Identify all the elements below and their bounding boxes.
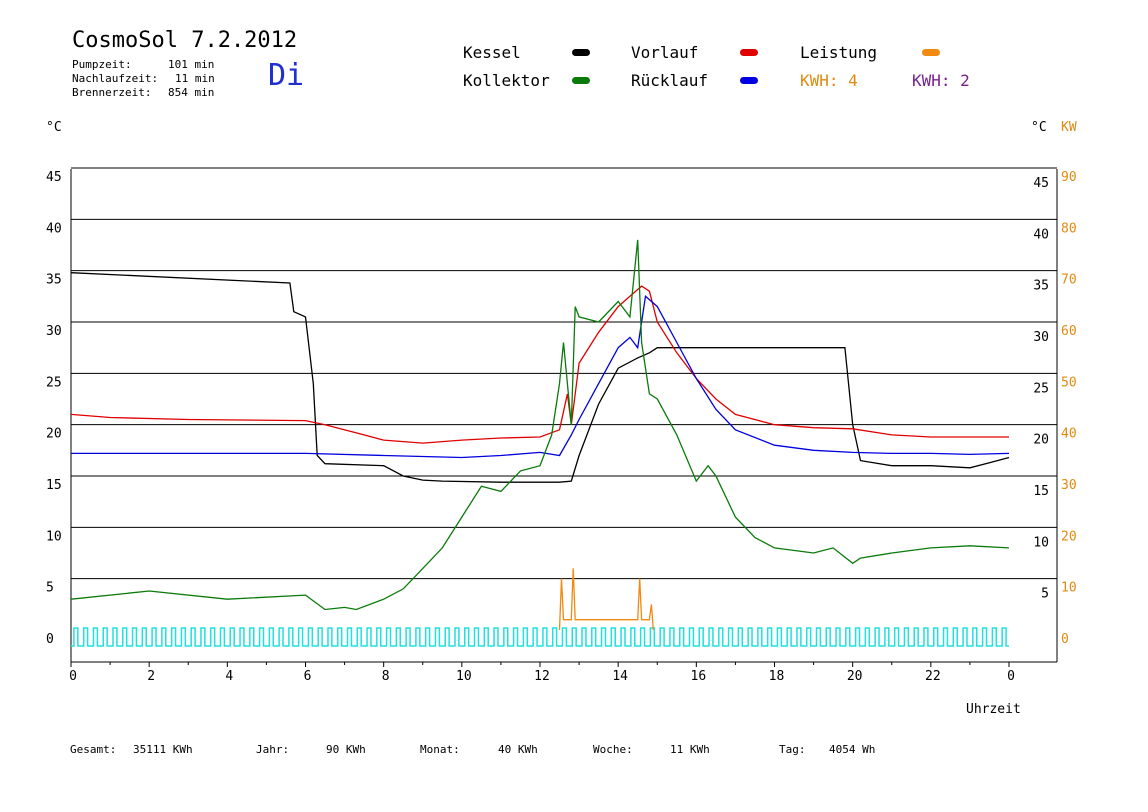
- y-tick-label-left: 30: [46, 324, 62, 339]
- y-tick-label-left: 15: [46, 478, 62, 493]
- pump-state-trace: [71, 627, 1009, 647]
- y-tick-label-right: 35: [1033, 279, 1049, 294]
- y-tick-label-left: 35: [46, 273, 62, 288]
- x-tick-label: 22: [925, 669, 941, 684]
- y2-tick-label: 60: [1061, 324, 1077, 339]
- x-tick-label: 12: [534, 669, 550, 684]
- x-tick-label: 0: [1007, 669, 1015, 684]
- x-tick-label: 14: [612, 669, 628, 684]
- footer-woche-label: Woche:: [593, 743, 633, 756]
- y-tick-label-right: 20: [1033, 433, 1049, 448]
- footer-tag-value: 4054 Wh: [829, 743, 876, 756]
- y2-tick-label: 50: [1061, 375, 1077, 390]
- footer-monat-label: Monat:: [420, 743, 460, 756]
- y-tick-label-left: 0: [46, 632, 54, 647]
- y-tick-label-right: 45: [1033, 176, 1049, 191]
- y-tick-label-left: 45: [46, 170, 62, 185]
- y2-tick-label: 40: [1061, 427, 1077, 442]
- footer-monat-value: 40 KWh: [498, 743, 538, 756]
- y-tick-label-left: 25: [46, 375, 62, 390]
- y2-tick-label: 20: [1061, 529, 1077, 544]
- footer-jahr-value: 90 KWh: [326, 743, 366, 756]
- y-tick-label-right: 5: [1041, 587, 1049, 602]
- y-tick-label-right: 30: [1033, 330, 1049, 345]
- footer-tag-label: Tag:: [779, 743, 806, 756]
- y-tick-label-left: 10: [46, 529, 62, 544]
- y2-tick-label: 0: [1061, 632, 1069, 647]
- y2-tick-label: 80: [1061, 221, 1077, 236]
- series-line-kessel: [70, 272, 1010, 483]
- x-tick-label: 6: [304, 669, 312, 684]
- x-tick-label: 0: [69, 669, 77, 684]
- x-tick-label: 2: [147, 669, 155, 684]
- y2-tick-label: 10: [1061, 581, 1077, 596]
- series-line-leistung: [558, 568, 654, 631]
- x-tick-label: 20: [847, 669, 863, 684]
- y-tick-label-right: 40: [1033, 227, 1049, 242]
- x-tick-label: 10: [456, 669, 472, 684]
- x-axis-label: Uhrzeit: [966, 702, 1021, 717]
- footer-woche-value: 11 KWh: [670, 743, 710, 756]
- x-tick-label: 4: [225, 669, 233, 684]
- x-tick-label: 8: [382, 669, 390, 684]
- y2-tick-label: 70: [1061, 273, 1077, 288]
- chart-plot: 0 2 4 6 8 10 12 14 16 18 20 22 005101520253035404551…: [46, 167, 1077, 684]
- footer-jahr-label: Jahr:: [256, 743, 290, 756]
- y-tick-label-left: 5: [46, 581, 54, 596]
- y2-tick-label: 90: [1061, 170, 1077, 185]
- y-tick-label-right: 25: [1033, 381, 1049, 396]
- y2-tick-label: 30: [1061, 478, 1077, 493]
- series-line-rcklauf: [71, 295, 1010, 459]
- footer-gesamt-value: 35111 KWh: [133, 743, 193, 756]
- x-tick-label: 18: [769, 669, 785, 684]
- y-tick-label-right: 15: [1033, 484, 1049, 499]
- y-tick-label-left: 20: [46, 427, 62, 442]
- series-line-vorlauf: [70, 285, 1009, 444]
- y-tick-label-right: 10: [1033, 535, 1049, 550]
- footer-gesamt-label: Gesamt:: [70, 743, 117, 756]
- y-tick-label-left: 40: [46, 221, 62, 236]
- x-tick-label: 16: [691, 669, 707, 684]
